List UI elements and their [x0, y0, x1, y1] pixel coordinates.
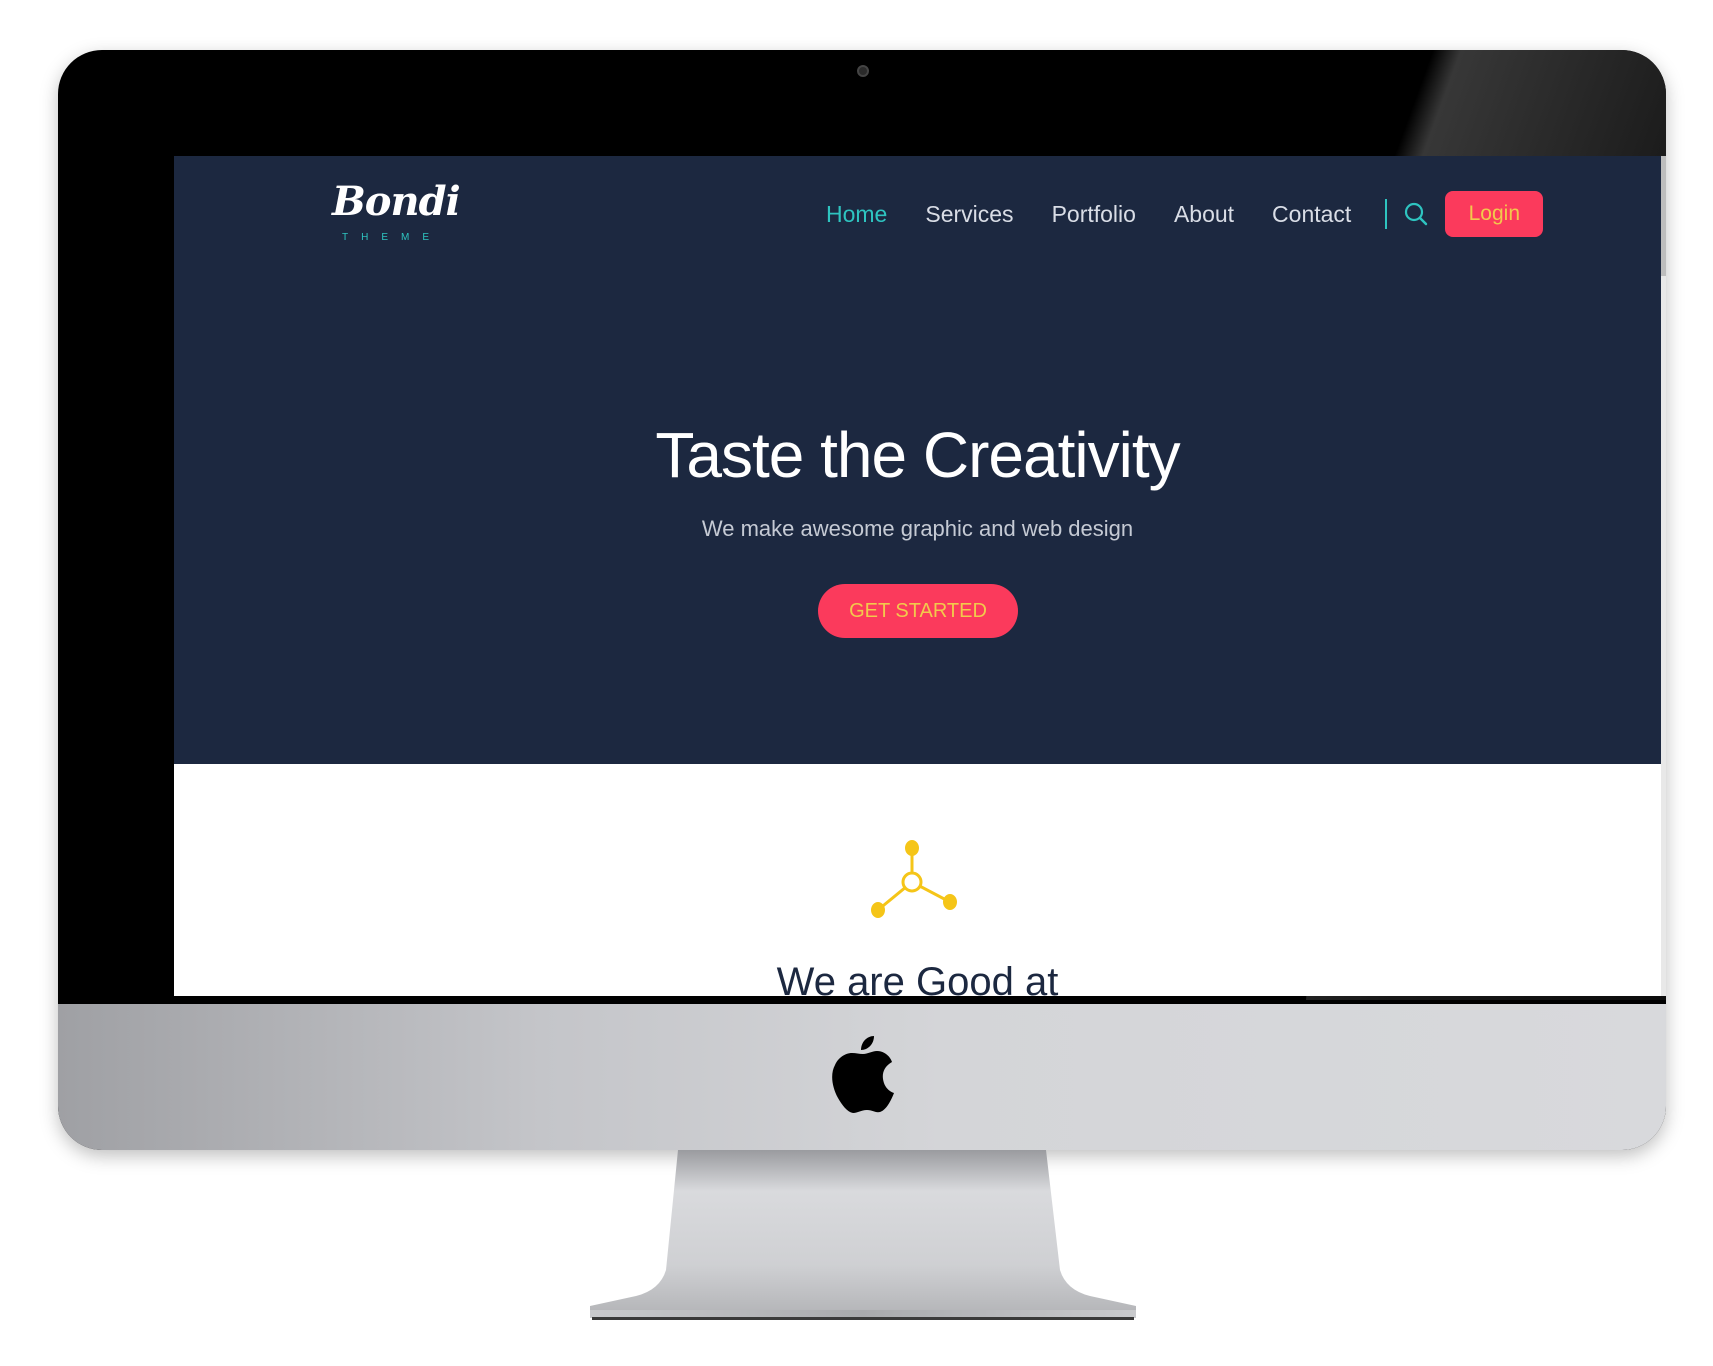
monitor-stand [590, 1150, 1136, 1320]
nav-item-home[interactable]: Home [826, 201, 887, 228]
nav-divider [1385, 199, 1388, 229]
services-section: We are Good at [174, 764, 1661, 996]
nav-item-portfolio[interactable]: Portfolio [1052, 201, 1136, 228]
search-icon[interactable] [1403, 201, 1429, 227]
monitor-chin [58, 1004, 1666, 1150]
imac-monitor: Bondi THEME Home Services Portfolio Abou… [58, 50, 1666, 1150]
nav-item-services[interactable]: Services [925, 201, 1013, 228]
nav-item-about[interactable]: About [1174, 201, 1234, 228]
logo-tagline: THEME [342, 232, 442, 243]
login-button[interactable]: Login [1445, 191, 1544, 237]
camera-icon [857, 65, 869, 77]
navbar: Bondi THEME Home Services Portfolio Abou… [174, 156, 1661, 276]
logo-text: Bondi [332, 178, 461, 225]
scrollbar-thumb[interactable] [1661, 156, 1666, 276]
hero-section: Bondi THEME Home Services Portfolio Abou… [174, 156, 1661, 764]
apple-logo [832, 1036, 894, 1113]
scrollbar[interactable] [1661, 156, 1666, 996]
nav-item-contact[interactable]: Contact [1272, 201, 1351, 228]
site-logo[interactable]: Bondi THEME [332, 178, 461, 250]
nav-menu: Home Services Portfolio About Contact Lo… [826, 190, 1544, 238]
section-title: We are Good at [776, 960, 1059, 996]
screen: Bondi THEME Home Services Portfolio Abou… [174, 156, 1666, 996]
get-started-button[interactable]: GET STARTED [818, 584, 1018, 638]
molecule-icon [871, 840, 957, 918]
hero-subtitle: We make awesome graphic and web design [701, 516, 1134, 541]
hero-title: Taste the Creativity [655, 419, 1180, 491]
